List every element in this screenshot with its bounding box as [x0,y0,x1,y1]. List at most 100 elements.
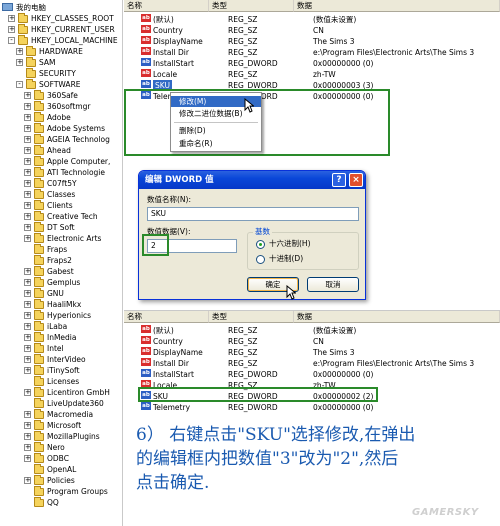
column-header-type[interactable]: 类型 [209,311,294,323]
column-header-name[interactable]: 名称 [124,0,209,12]
expand-icon[interactable]: + [24,455,31,462]
registry-tree[interactable]: 我的电脑 + HKEY_CLASSES_ROOT + HKEY_CURRENT_USE… [0,0,123,526]
tree-node[interactable]: + SAM [0,56,122,68]
value-name-field[interactable]: SKU [147,207,359,221]
tree-node[interactable]: + iLaba [0,320,122,332]
expand-icon[interactable]: + [16,48,23,55]
tree-node[interactable]: + Policies [0,474,122,486]
tree-node[interactable]: + Microsoft [0,419,122,431]
tree-node[interactable]: + InMedia [0,331,122,343]
tree-node[interactable]: + HKEY_CLASSES_ROOT [0,12,122,24]
column-header-name[interactable]: 名称 [124,311,209,323]
menu-item-rename[interactable]: 重命名(R) [171,138,261,149]
column-header-data[interactable]: 数据 [294,311,500,323]
expand-icon[interactable]: + [24,301,31,308]
value-row[interactable]: ab Country REG_SZ CN [124,25,500,36]
tree-node[interactable]: Fraps [0,243,122,255]
expand-icon[interactable]: + [24,103,31,110]
expand-icon[interactable]: + [24,235,31,242]
expand-icon[interactable]: + [24,202,31,209]
tree-node[interactable]: + iTinySoft [0,364,122,376]
expand-icon[interactable]: + [24,389,31,396]
tree-node[interactable]: + GNU [0,287,122,299]
value-row[interactable]: ab Country REG_SZ CN [124,336,500,347]
tree-node[interactable]: + Adobe [0,111,122,123]
tree-node[interactable]: + Gabest [0,265,122,277]
value-row[interactable]: ab InstallStart REG_DWORD 0x00000000 (0) [124,369,500,380]
value-row[interactable]: ab DisplayName REG_SZ The Sims 3 [124,347,500,358]
hex-radio-label[interactable]: 十六进制(H) [269,239,311,249]
tree-node[interactable]: - SOFTWARE [0,78,122,90]
tree-node[interactable]: + InterVideo [0,353,122,365]
tree-node[interactable]: - HKEY_LOCAL_MACHINE [0,34,122,46]
close-button[interactable]: × [349,173,363,187]
expand-icon[interactable]: + [24,422,31,429]
edit-dword-dialog[interactable]: 编辑 DWORD 值 ? × 数值名称(N): SKU 数值数据(V): 2 基… [138,170,366,300]
expand-icon[interactable]: + [24,334,31,341]
help-button[interactable]: ? [332,173,346,187]
expand-icon[interactable]: + [24,411,31,418]
tree-node[interactable]: Licenses [0,375,122,387]
value-row[interactable]: ab (默认) REG_SZ (数值未设置) [124,14,500,25]
hex-radio[interactable] [256,240,265,249]
expand-icon[interactable]: + [24,312,31,319]
collapse-icon[interactable]: - [8,37,15,44]
tree-node[interactable]: + Adobe Systems [0,122,122,134]
tree-node[interactable]: + C07ft5Y [0,177,122,189]
tree-node[interactable]: + AGEIA Technolog [0,133,122,145]
tree-node[interactable]: QQ [0,496,122,508]
value-row[interactable]: ab DisplayName REG_SZ The Sims 3 [124,36,500,47]
expand-icon[interactable]: + [24,158,31,165]
expand-icon[interactable]: + [24,169,31,176]
collapse-icon[interactable]: - [16,81,23,88]
tree-node[interactable]: LiveUpdate360 [0,397,122,409]
expand-icon[interactable]: + [8,26,15,33]
tree-node[interactable]: + HKEY_CURRENT_USER [0,23,122,35]
expand-icon[interactable]: + [24,92,31,99]
tree-node[interactable]: + Creative Tech [0,210,122,222]
expand-icon[interactable]: + [24,356,31,363]
expand-icon[interactable]: + [16,59,23,66]
expand-icon[interactable]: + [24,136,31,143]
expand-icon[interactable]: + [24,125,31,132]
value-row[interactable]: abTelemetry REG_DWORD 0x00000000 (0) [124,402,500,413]
tree-node[interactable]: Fraps2 [0,254,122,266]
expand-icon[interactable]: + [24,433,31,440]
expand-icon[interactable]: + [24,147,31,154]
tree-node[interactable]: + Intel [0,342,122,354]
expand-icon[interactable]: + [24,114,31,121]
decimal-radio-label[interactable]: 十进制(D) [269,254,303,264]
tree-node[interactable]: +360softmgr [0,100,122,112]
tree-node[interactable]: + Electronic Arts [0,232,122,244]
tree-node[interactable]: + ATI Technologie [0,166,122,178]
value-row[interactable]: ab Install Dir REG_SZ e:\Program Files\Elec… [124,47,500,58]
tree-node[interactable]: + Macromedia [0,408,122,420]
tree-node[interactable]: + HaaliMkx [0,298,122,310]
expand-icon[interactable]: + [8,15,15,22]
tree-node[interactable]: + ODBC [0,452,122,464]
expand-icon[interactable]: + [24,323,31,330]
tree-node[interactable]: Program Groups [0,485,122,497]
tree-node[interactable]: + Gemplus [0,276,122,288]
tree-node[interactable]: + Apple Computer, [0,155,122,167]
tree-node[interactable]: + Ahead [0,144,122,156]
tree-node[interactable]: + Classes [0,188,122,200]
expand-icon[interactable]: + [24,367,31,374]
value-row[interactable]: ab Install Dir REG_SZ e:\Program Files\Elec… [124,358,500,369]
expand-icon[interactable]: + [24,268,31,275]
cancel-button[interactable]: 取消 [307,277,359,292]
expand-icon[interactable]: + [24,180,31,187]
tree-node[interactable]: +360Safe [0,89,122,101]
tree-node[interactable]: + MozillaPlugins [0,430,122,442]
tree-node[interactable]: + DT Soft [0,221,122,233]
decimal-radio[interactable] [256,255,265,264]
value-row[interactable]: ab InstallStart REG_DWORD 0x00000000 (0) [124,58,500,69]
tree-node[interactable]: OpenAL [0,463,122,475]
menu-item-delete[interactable]: 删除(D) [171,125,261,136]
expand-icon[interactable]: + [24,224,31,231]
expand-icon[interactable]: + [24,290,31,297]
tree-node[interactable]: + HARDWARE [0,45,122,57]
expand-icon[interactable]: + [24,345,31,352]
tree-node[interactable]: SECURITY [0,67,122,79]
tree-node[interactable]: + Nero [0,441,122,453]
